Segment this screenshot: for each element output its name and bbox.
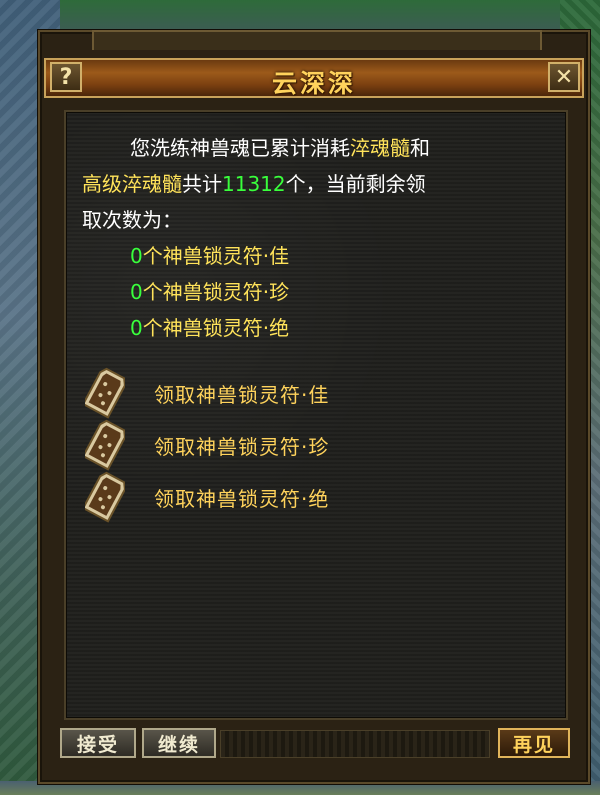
claim-option-label: 领取神兽锁灵符·佳: [154, 382, 330, 407]
claim-option-zhen[interactable]: 领取神兽锁灵符·珍: [84, 419, 424, 471]
talisman-icon: [84, 416, 126, 474]
item-name-cuihunsui: 淬魂髓: [350, 136, 410, 160]
count-number: 0: [130, 280, 143, 304]
message-line-2: 高级淬魂髓共计11312个，当前剩余领: [82, 166, 426, 202]
top-ornament: [92, 30, 542, 50]
claim-option-jia[interactable]: 领取神兽锁灵符·佳: [84, 367, 424, 419]
close-icon: ✕: [554, 64, 574, 90]
help-button[interactable]: ?: [50, 62, 82, 92]
count-number: 0: [130, 244, 143, 268]
talisman-icon: [84, 364, 126, 422]
item-name-advanced-cuihunsui: 高级淬魂髓: [82, 172, 182, 196]
dialog-title: 云深深: [271, 69, 356, 98]
button-bar-filler: [220, 730, 490, 758]
goodbye-button[interactable]: 再见: [498, 728, 570, 758]
close-button[interactable]: ✕: [548, 62, 580, 92]
title-bar[interactable]: 云深深: [44, 58, 584, 98]
remaining-count-jia: 0个神兽锁灵符·佳: [130, 238, 289, 274]
count-label: 个神兽锁灵符·佳: [142, 244, 290, 268]
count-label: 个神兽锁灵符·珍: [142, 280, 290, 304]
message-line-1: 您洗练神兽魂已累计消耗淬魂髓和: [130, 130, 430, 166]
count-number: 0: [130, 316, 143, 340]
claim-option-jue[interactable]: 领取神兽锁灵符·绝: [84, 471, 424, 523]
question-mark-icon: ?: [59, 64, 73, 90]
remaining-count-zhen: 0个神兽锁灵符·珍: [130, 274, 289, 310]
continue-button[interactable]: 继续: [142, 728, 216, 758]
message-line-3: 取次数为：: [82, 202, 182, 238]
accept-button[interactable]: 接受: [60, 728, 136, 758]
count-label: 个神兽锁灵符·绝: [142, 316, 290, 340]
message-text: 共计: [182, 172, 222, 196]
remaining-count-jue: 0个神兽锁灵符·绝: [130, 310, 289, 346]
message-text: 您洗练神兽魂已累计消耗: [130, 136, 350, 160]
message-text: 和: [410, 136, 430, 160]
bottom-button-bar: 接受 继续 再见: [58, 724, 570, 766]
npc-dialog-window: 云深深 ? ✕ 您洗练神兽魂已累计消耗淬魂髓和 高级淬魂髓共计11312个，当前…: [38, 30, 590, 784]
message-text: 取次数为：: [82, 208, 182, 232]
claim-option-label: 领取神兽锁灵符·绝: [154, 486, 330, 511]
game-background-top: [0, 0, 600, 34]
message-text: 个，当前剩余领: [285, 172, 426, 196]
claim-option-label: 领取神兽锁灵符·珍: [154, 434, 330, 459]
talisman-icon: [84, 468, 126, 526]
total-count: 11312: [222, 172, 286, 196]
